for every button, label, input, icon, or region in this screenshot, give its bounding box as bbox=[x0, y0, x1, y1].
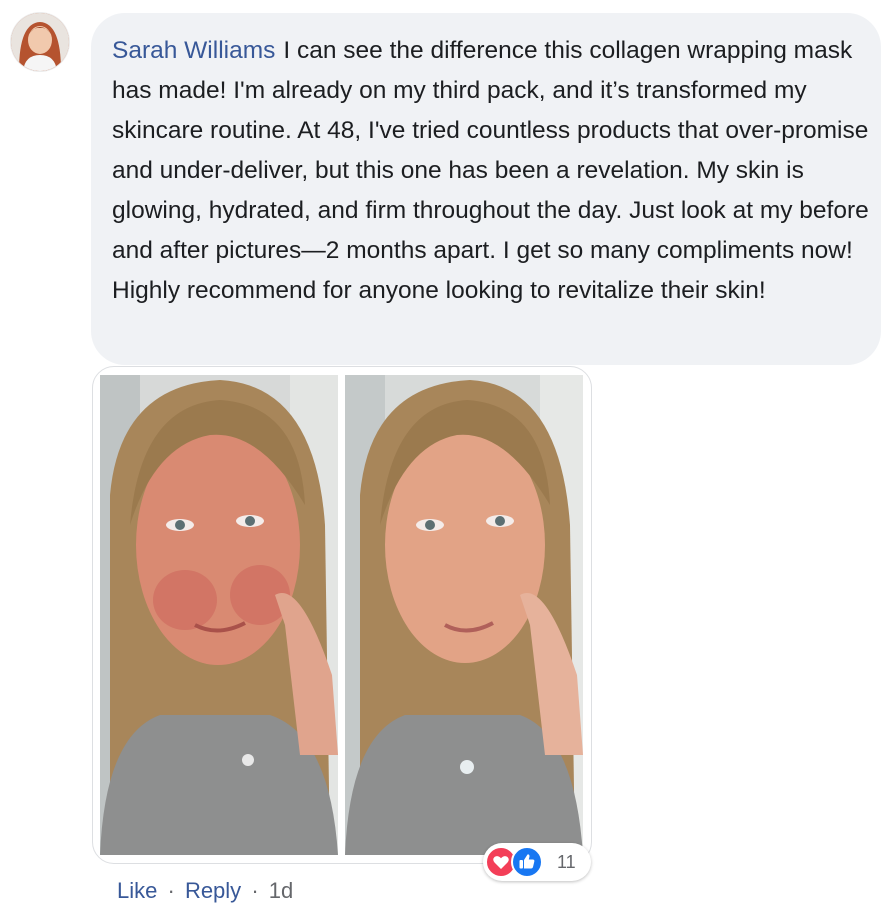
after-photo[interactable] bbox=[345, 375, 583, 855]
separator-dot: · bbox=[251, 878, 259, 903]
reactions-summary[interactable]: 11 bbox=[483, 843, 591, 881]
separator-dot: · bbox=[167, 878, 175, 903]
comment-body: Sarah Williams I can see the difference t… bbox=[112, 31, 872, 311]
reaction-count: 11 bbox=[557, 852, 576, 872]
comment-timestamp[interactable]: 1d bbox=[269, 878, 293, 903]
comment-text: I can see the difference this collagen w… bbox=[112, 37, 869, 304]
like-button[interactable]: Like bbox=[117, 878, 157, 903]
comment-photo-attachment[interactable] bbox=[92, 366, 592, 864]
reply-button[interactable]: Reply bbox=[185, 878, 241, 903]
before-photo[interactable] bbox=[100, 375, 338, 855]
thumbs-up-icon bbox=[511, 846, 543, 878]
author-name-link[interactable]: Sarah Williams bbox=[112, 37, 275, 64]
avatar[interactable] bbox=[11, 13, 69, 71]
comment-actions: Like · Reply · 1d bbox=[117, 876, 293, 906]
